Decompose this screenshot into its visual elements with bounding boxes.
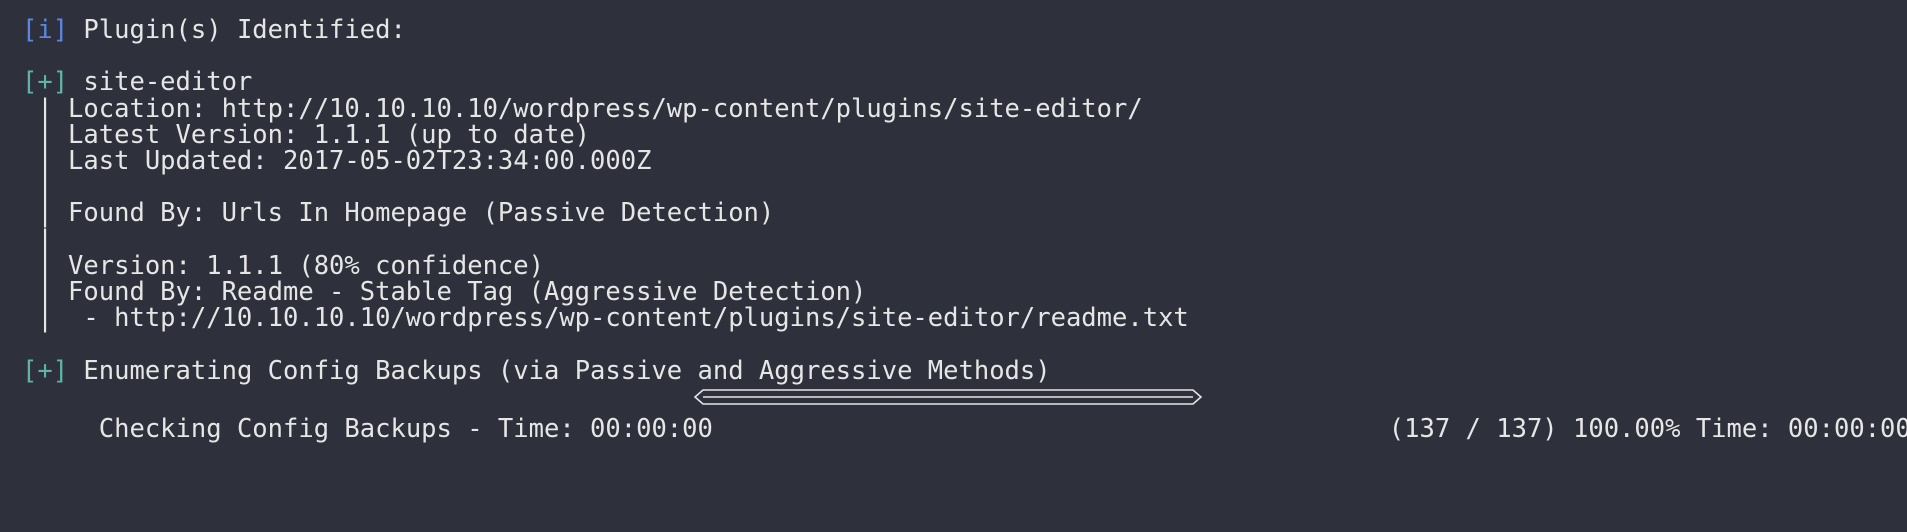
- progress-bar: [693, 388, 1203, 405]
- progress-label: Checking Config Backups - Time: 00:00:00: [22, 381, 728, 444]
- terminal-line-text: | Last Updated: 2017-05-02T23:34:00.000Z: [22, 146, 652, 176]
- terminal-line-text: Plugin(s) Identified:: [68, 15, 406, 45]
- progress-status: (137 / 137) 100.00% Time: 00:00:00: [1312, 381, 1907, 444]
- info-tag: [i]: [22, 15, 69, 45]
- terminal-window: [i] Plugin(s) Identified: [+] site-editor…: [0, 0, 1907, 532]
- terminal-line: | Last Updated: 2017-05-02T23:34:00.000Z: [22, 145, 651, 177]
- progress-status-text: (137 / 137) 100.00% Time: 00:00:00: [1373, 413, 1907, 444]
- terminal-line: | Found By: Urls In Homepage (Passive De…: [22, 197, 774, 229]
- terminal-line: [i] Plugin(s) Identified:: [22, 14, 406, 46]
- progress-label-text: Checking Config Backups - Time: 00:00:00: [83, 413, 729, 444]
- terminal-line: | - http://10.10.10.10/wordpress/wp-cont…: [22, 302, 1189, 334]
- terminal-line-text: | - http://10.10.10.10/wordpress/wp-cont…: [22, 303, 1189, 334]
- terminal-line-text: | Found By: Urls In Homepage (Passive De…: [22, 198, 775, 229]
